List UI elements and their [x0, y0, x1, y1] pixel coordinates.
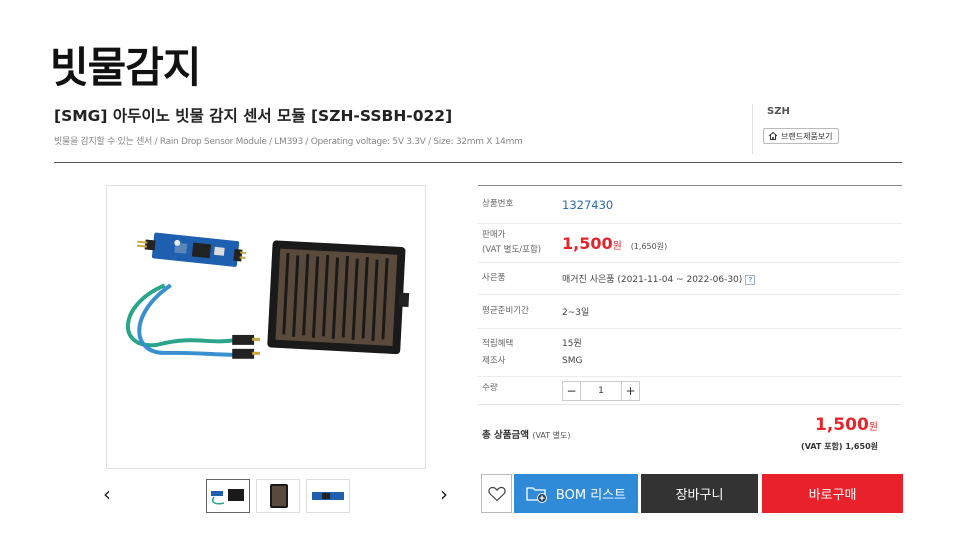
qty-plus-button[interactable]: +: [621, 381, 640, 401]
bom-list-label: BOM 리스트: [555, 488, 627, 503]
price-value: 1,500: [562, 233, 613, 253]
product-info-table: 상품번호 1327430 판매가 (VAT 별도/포함) 1,500원 (1,6…: [478, 185, 902, 405]
total-label-group: 총 상품금액 (VAT 별도): [482, 427, 571, 441]
gift-help-icon[interactable]: ?: [745, 274, 756, 285]
price-unit: 원: [612, 240, 622, 252]
total-vat-note: (VAT 포함) 1,650원: [801, 442, 878, 451]
thumbnail-image: [312, 492, 344, 500]
total-price-unit: 원: [868, 422, 878, 433]
buy-now-button[interactable]: 바로구매: [762, 474, 903, 513]
thumbnail-image: [270, 484, 288, 508]
slide-title: 빗물감지: [50, 43, 202, 92]
brand-products-label: 브랜드제품보기: [781, 131, 833, 141]
brand-panel: SZH 브랜드제품보기: [752, 104, 902, 154]
gift-label: 사은품: [482, 273, 506, 283]
total-label: 총 상품금액: [482, 430, 530, 441]
total-label-note: (VAT 별도): [532, 431, 571, 440]
thumbnail-1[interactable]: [206, 479, 250, 513]
maker-value: SMG: [562, 355, 583, 366]
qty-minus-button[interactable]: −: [562, 381, 581, 401]
code-value: 1327430: [562, 197, 614, 212]
maker-label: 제조사: [482, 355, 506, 366]
action-buttons: BOM 리스트 장바구니 바로구매: [481, 474, 903, 513]
info-row-lead-time: 평균준비기간 2~3일: [478, 295, 902, 329]
price-vat: (1,650원): [630, 241, 668, 251]
info-row-code: 상품번호 1327430: [478, 186, 902, 224]
points-maker-labels: 적립혜택 제조사: [478, 336, 562, 370]
info-row-quantity: 수량 − 1 +: [478, 377, 902, 405]
qty-label: 수량: [482, 383, 498, 393]
thumbnail-image: [211, 489, 244, 505]
total-price-group: 1,500원: [815, 415, 878, 435]
product-description: 빗물을 감지할 수 있는 센서 / Rain Drop Sensor Modul…: [54, 137, 523, 147]
brand-name: SZH: [767, 106, 790, 117]
control-board: [136, 232, 247, 267]
lead-value: 2~3일: [562, 308, 590, 318]
product-name: [SMG] 아두이노 빗물 감지 센서 모듈 [SZH-SSBH-022]: [54, 107, 453, 125]
price-label: 판매가 (VAT 별도/포함): [478, 228, 562, 258]
heart-icon: [487, 486, 506, 501]
thumbnail-2[interactable]: [256, 479, 300, 513]
info-row-gift: 사은품 매거진 사은품 (2021-11-04 ~ 2022-06-30)?: [478, 263, 902, 295]
info-row-price: 판매가 (VAT 별도/포함) 1,500원 (1,650원): [478, 224, 902, 263]
points-maker-values: 15원 SMG: [562, 336, 582, 370]
code-label: 상품번호: [482, 199, 514, 209]
header-divider: [54, 162, 902, 163]
info-row-points-maker: 적립혜택 제조사 15원 SMG: [478, 329, 902, 377]
price-label-line2: (VAT 별도/포함): [482, 245, 542, 255]
gift-value-group: 매거진 사은품 (2021-11-04 ~ 2022-06-30)?: [562, 272, 756, 285]
add-to-cart-button[interactable]: 장바구니: [641, 474, 758, 513]
lead-label: 평균준비기간: [482, 306, 529, 316]
points-label: 적립혜택: [482, 338, 514, 349]
thumbnail-strip: [206, 479, 350, 513]
total-price-section: 총 상품금액 (VAT 별도) 1,500원 (VAT 포함) 1,650원: [478, 404, 902, 460]
product-main-image: [106, 185, 426, 469]
bom-list-button[interactable]: BOM 리스트: [514, 474, 638, 513]
quantity-stepper: − 1 +: [562, 381, 640, 401]
gallery-prev-arrow[interactable]: ‹: [103, 484, 111, 504]
folder-plus-icon: [526, 486, 547, 503]
wishlist-button[interactable]: [481, 474, 512, 513]
brand-products-button[interactable]: 브랜드제품보기: [763, 128, 839, 144]
total-price-value: 1,500: [815, 415, 869, 435]
gift-value: 매거진 사은품 (2021-11-04 ~ 2022-06-30): [562, 275, 743, 285]
price-value-group: 1,500원 (1,650원): [562, 234, 667, 253]
qty-input[interactable]: 1: [581, 381, 621, 401]
thumbnail-3[interactable]: [306, 479, 350, 513]
gallery-next-arrow[interactable]: ›: [440, 484, 448, 504]
price-label-line1: 판매가: [482, 230, 506, 240]
sensing-plate: [267, 240, 410, 355]
home-icon: [768, 131, 778, 140]
rain-sensor-photo: [125, 232, 410, 359]
points-value: 15원: [562, 338, 582, 349]
